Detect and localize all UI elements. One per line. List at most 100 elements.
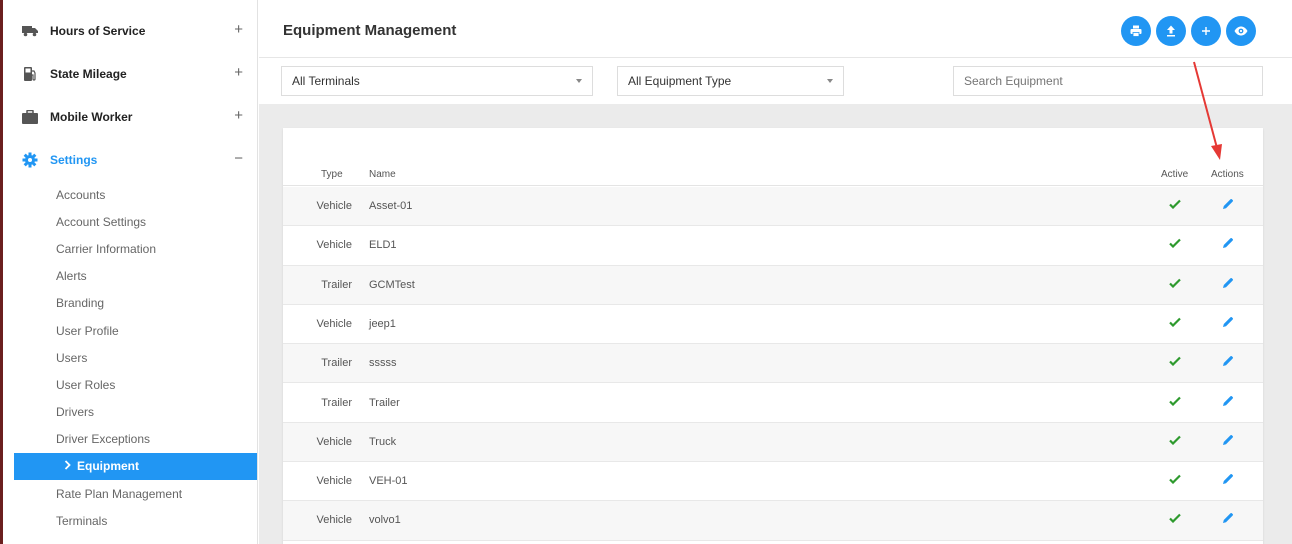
check-icon: [1169, 278, 1183, 292]
cell-type: Vehicle: [316, 475, 352, 488]
sidebar-item-user-profile[interactable]: User Profile: [14, 317, 257, 344]
table-header: Type Name Active Actions: [283, 164, 1263, 186]
table-row[interactable]: Vehicle volvo1: [283, 501, 1263, 541]
window-edge: [0, 0, 14, 544]
cell-type: Vehicle: [316, 435, 352, 448]
terminal-select[interactable]: All Terminals: [281, 66, 593, 96]
check-icon: [1169, 435, 1183, 449]
sidebar-item-terminals[interactable]: Terminals: [14, 507, 257, 534]
truck-icon: [22, 23, 38, 39]
edit-pencil-icon[interactable]: [1222, 395, 1236, 409]
check-icon: [1169, 513, 1183, 527]
sidebar-item-driver-exceptions[interactable]: Driver Exceptions: [14, 426, 257, 453]
edit-pencil-icon[interactable]: [1222, 277, 1236, 291]
column-header-type[interactable]: Type: [321, 169, 343, 180]
content-area: Type Name Active Actions Vehicle Asset-01…: [259, 104, 1292, 544]
edit-pencil-icon[interactable]: [1222, 355, 1236, 369]
table-row[interactable]: Vehicle ELD1: [283, 226, 1263, 266]
nav-mobile-worker[interactable]: Mobile Worker +: [14, 95, 257, 138]
expand-icon[interactable]: +: [234, 21, 243, 38]
plus-icon: [1202, 27, 1210, 35]
cell-name: sssss: [369, 357, 397, 370]
table-row[interactable]: Trailer Trailer: [283, 384, 1263, 423]
equipment-type-select-value: All Equipment Type: [628, 74, 732, 88]
column-header-active[interactable]: Active: [1161, 169, 1188, 180]
page-title: Equipment Management: [283, 22, 457, 39]
equipment-table-card: Type Name Active Actions Vehicle Asset-01…: [283, 128, 1263, 544]
sidebar: Hours of Service + State Mileage + Mobil…: [14, 0, 258, 544]
cell-type: Vehicle: [316, 239, 352, 252]
briefcase-icon: [22, 109, 38, 125]
table-row[interactable]: Vehicle Truck: [283, 422, 1263, 463]
sidebar-item-users[interactable]: Users: [14, 344, 257, 371]
table-row[interactable]: Trailer GCMTest: [283, 265, 1263, 305]
expand-icon[interactable]: +: [234, 64, 243, 81]
caret-down-icon: [827, 79, 833, 83]
column-header-name[interactable]: Name: [369, 169, 396, 180]
cell-type: Vehicle: [316, 317, 352, 330]
cell-name: ELD1: [369, 239, 397, 252]
print-icon: [1130, 25, 1142, 37]
filter-bar: All Terminals All Equipment Type: [259, 58, 1292, 104]
sidebar-item-branding[interactable]: Branding: [14, 290, 257, 317]
edit-pencil-icon[interactable]: [1222, 473, 1236, 487]
upload-icon: [1167, 25, 1175, 37]
sidebar-item-carrier-information[interactable]: Carrier Information: [14, 235, 257, 262]
cell-name: volvo1: [369, 514, 401, 527]
equipment-type-select[interactable]: All Equipment Type: [617, 66, 844, 96]
fuel-pump-icon: [22, 66, 38, 82]
check-icon: [1169, 356, 1183, 370]
cell-type: Trailer: [321, 396, 352, 409]
add-equipment-button[interactable]: [1191, 16, 1221, 46]
cell-type: Vehicle: [316, 514, 352, 527]
sidebar-item-equipment[interactable]: Equipment: [14, 452, 257, 481]
sidebar-item-user-roles[interactable]: User Roles: [14, 371, 257, 398]
nav-state-mileage[interactable]: State Mileage +: [14, 52, 257, 95]
check-icon: [1169, 317, 1183, 331]
check-icon: [1169, 199, 1183, 213]
cell-type: Trailer: [321, 357, 352, 370]
edit-pencil-icon[interactable]: [1222, 512, 1236, 526]
gear-icon: [22, 152, 38, 168]
print-button[interactable]: [1121, 16, 1151, 46]
table-row[interactable]: Trailer sssss: [283, 344, 1263, 384]
sidebar-item-alerts[interactable]: Alerts: [14, 263, 257, 290]
check-icon: [1169, 474, 1183, 488]
cell-name: Trailer: [369, 396, 400, 409]
nav-hours-of-service[interactable]: Hours of Service +: [14, 9, 257, 52]
caret-down-icon: [576, 79, 582, 83]
cell-type: Trailer: [321, 278, 352, 291]
cell-name: Truck: [369, 435, 397, 448]
toolbar: [1121, 16, 1256, 46]
cell-name: GCMTest: [369, 278, 415, 291]
edit-pencil-icon[interactable]: [1222, 198, 1236, 212]
column-header-actions: Actions: [1211, 169, 1244, 180]
cell-name: Asset-01: [369, 200, 413, 212]
nav-label: Mobile Worker: [50, 109, 133, 124]
table-row[interactable]: Vehicle jeep1: [283, 305, 1263, 345]
upload-button[interactable]: [1156, 16, 1186, 46]
view-button[interactable]: [1226, 16, 1256, 46]
sidebar-item-rate-plan-management[interactable]: Rate Plan Management: [14, 480, 257, 507]
check-icon: [1169, 396, 1183, 410]
sidebar-item-label: Equipment: [77, 459, 139, 474]
search-input[interactable]: [953, 66, 1263, 96]
edit-pencil-icon[interactable]: [1222, 316, 1236, 330]
cell-type: Vehicle: [316, 200, 352, 212]
chevron-right-icon: [64, 459, 71, 473]
terminal-select-value: All Terminals: [292, 74, 360, 88]
cell-name: jeep1: [369, 317, 396, 330]
table-row[interactable]: Vehicle Asset-01: [283, 187, 1263, 227]
main-content: Equipment Management All Terminals All E…: [259, 0, 1292, 544]
nav-settings[interactable]: Settings −: [14, 138, 257, 181]
table-row[interactable]: Vehicle VEH-01: [283, 462, 1263, 502]
cell-name: VEH-01: [369, 475, 408, 488]
sidebar-item-account-settings[interactable]: Account Settings: [14, 208, 257, 235]
collapse-icon[interactable]: −: [234, 150, 243, 167]
edit-pencil-icon[interactable]: [1222, 237, 1236, 251]
sidebar-item-drivers[interactable]: Drivers: [14, 399, 257, 426]
nav-label: Settings: [50, 152, 98, 167]
expand-icon[interactable]: +: [234, 107, 243, 124]
sidebar-item-accounts[interactable]: Accounts: [14, 181, 257, 208]
edit-pencil-icon[interactable]: [1222, 434, 1236, 448]
